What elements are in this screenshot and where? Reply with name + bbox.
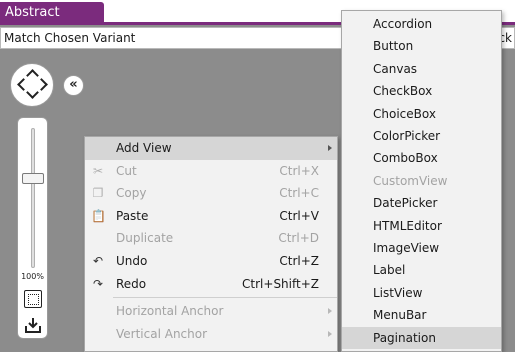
menu-separator [113, 297, 337, 299]
menu-item-label: Copy [116, 186, 147, 201]
menu-item-label: Undo [116, 254, 148, 268]
menu-item-label: Duplicate [116, 231, 174, 246]
menu-item-label: Add View [116, 141, 172, 155]
menu-item-shortcut: Ctrl+X [279, 163, 319, 178]
context-menu-item-undo[interactable]: ↶ Undo Ctrl+Z [85, 250, 337, 273]
context-menu: Add View ✂ Cut Ctrl+X ❐ Copy Ctrl+C 📋 Paste Ctrl+… [84, 136, 338, 352]
context-menu-item-copy[interactable]: ❐ Copy Ctrl+C [85, 182, 337, 205]
pan-down-icon[interactable] [26, 86, 39, 99]
fit-to-screen-icon[interactable] [24, 290, 42, 308]
context-menu-item-redo[interactable]: ↷ Redo Ctrl+Shift+Z [85, 273, 337, 296]
context-menu-item-add-view[interactable]: Add View [85, 137, 337, 160]
submenu-item-customview[interactable]: CustomView [342, 170, 501, 192]
submenu-item-label[interactable]: Label [342, 259, 501, 281]
undo-icon: ↶ [92, 254, 104, 268]
pan-right-icon[interactable] [35, 78, 48, 91]
submenu-item-datepicker[interactable]: DatePicker [342, 192, 501, 214]
context-menu-item-paste[interactable]: 📋 Paste Ctrl+V [85, 205, 337, 228]
collapse-button[interactable]: « [63, 75, 84, 96]
menu-item-shortcut: Ctrl+V [279, 208, 319, 223]
context-menu-item-horizontal-anchor[interactable]: Horizontal Anchor [85, 300, 337, 323]
scissors-icon: ✂ [92, 163, 104, 178]
submenu-arrow-icon [328, 330, 332, 337]
copy-icon: ❐ [92, 186, 104, 201]
menu-item-label: Vertical Anchor [116, 326, 208, 341]
menu-item-label: Cut [116, 163, 137, 178]
zoom-slider-thumb[interactable] [22, 173, 44, 185]
submenu-item-combobox[interactable]: ComboBox [342, 147, 501, 169]
redo-icon: ↷ [92, 276, 104, 291]
submenu-item-canvas[interactable]: Canvas [342, 58, 501, 80]
submenu-item-imageview[interactable]: ImageView [342, 237, 501, 259]
menu-item-shortcut: Ctrl+Shift+Z [242, 276, 319, 291]
submenu-item-accordion[interactable]: Accordion [342, 13, 501, 35]
double-chevron-left-icon: « [69, 77, 78, 92]
menu-item-shortcut: Ctrl+Z [279, 254, 319, 268]
submenu-arrow-icon [328, 308, 332, 315]
zoom-slider-track[interactable] [31, 128, 35, 268]
pan-up-icon[interactable] [26, 69, 39, 82]
submenu-item-button[interactable]: Button [342, 35, 501, 57]
context-menu-item-cut[interactable]: ✂ Cut Ctrl+X [85, 160, 337, 183]
submenu-item-pagination[interactable]: Pagination [342, 326, 501, 349]
pan-navigator[interactable] [10, 63, 54, 107]
submenu-item-choicebox[interactable]: ChoiceBox [342, 103, 501, 125]
export-icon[interactable] [24, 316, 42, 334]
paste-icon: 📋 [91, 208, 106, 223]
submenu-item-htmleditor[interactable]: HTMLEditor [342, 215, 501, 237]
menu-item-shortcut: Ctrl+C [279, 186, 319, 201]
zoom-panel: 100% [17, 117, 48, 339]
submenu-item-colorpicker[interactable]: ColorPicker [342, 125, 501, 147]
context-menu-item-duplicate[interactable]: Duplicate Ctrl+D [85, 227, 337, 250]
context-menu-item-vertical-anchor[interactable]: Vertical Anchor [85, 323, 337, 346]
menu-item-label: Horizontal Anchor [116, 304, 224, 319]
menu-item-label: Paste [116, 208, 149, 223]
submenu-arrow-icon [328, 145, 332, 151]
submenu-item-checkbox[interactable]: CheckBox [342, 80, 501, 102]
menu-item-label: Redo [116, 276, 147, 291]
submenu-item-menubar[interactable]: MenuBar [342, 304, 501, 326]
zoom-level-label: 100% [21, 272, 44, 281]
add-view-submenu: Accordion Button Canvas CheckBox ChoiceBox Co… [341, 10, 502, 352]
window-title-tab[interactable]: Abstract Designer [0, 2, 104, 41]
variant-label: Match Chosen Variant [4, 31, 136, 45]
submenu-item-listview[interactable]: ListView [342, 282, 501, 304]
menu-item-shortcut: Ctrl+D [278, 231, 319, 246]
